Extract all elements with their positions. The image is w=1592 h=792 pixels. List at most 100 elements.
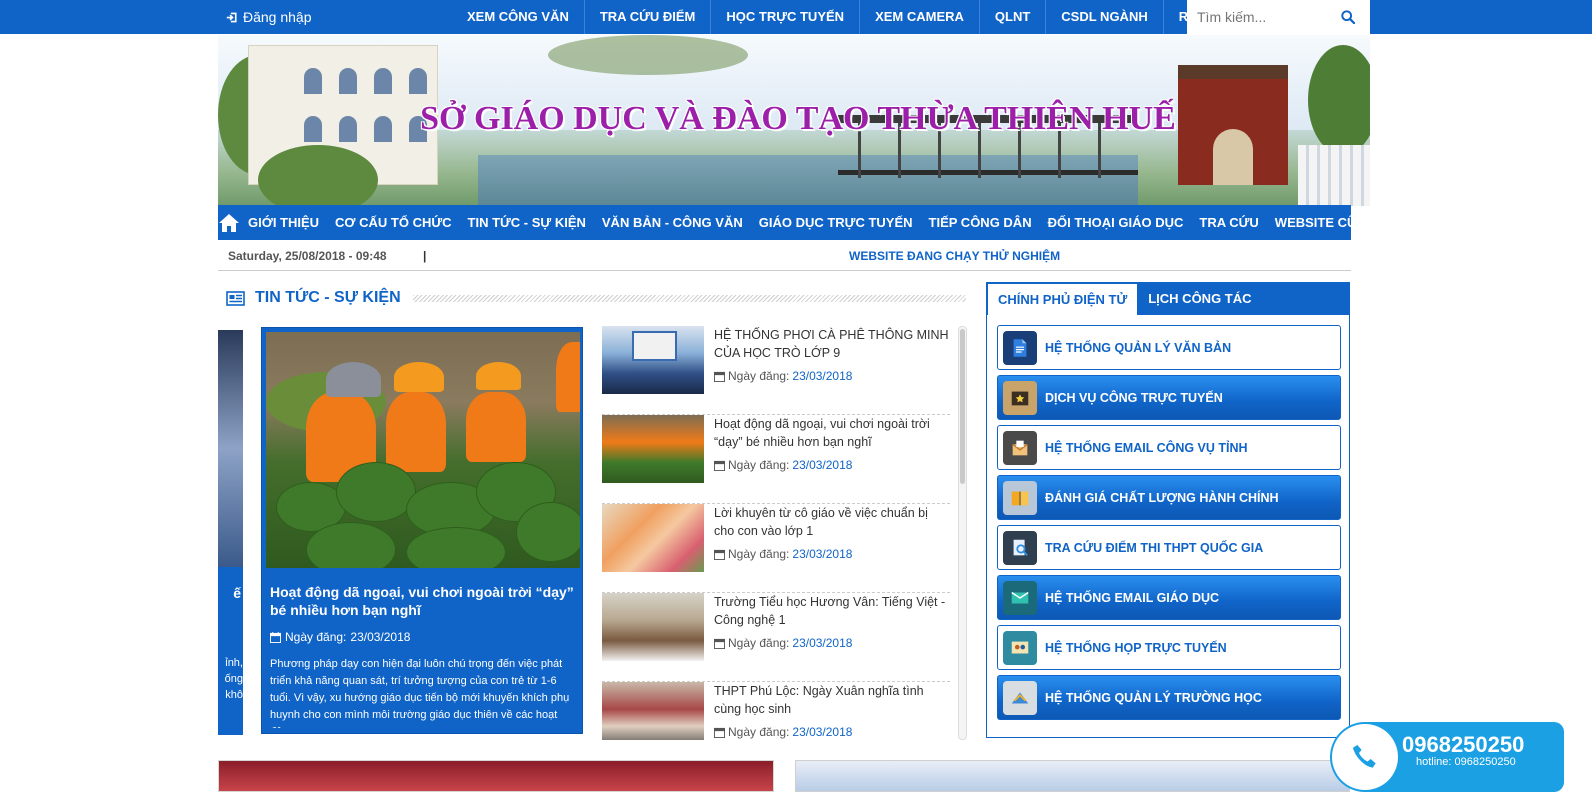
search-icon[interactable] bbox=[1341, 10, 1355, 24]
news-date-value: 23/03/2018 bbox=[792, 369, 853, 383]
news-title[interactable]: Hoạt động dã ngoại, vui chơi ngoài trời … bbox=[714, 415, 950, 451]
featured-news-date: Ngày đăng: 23/03/2018 bbox=[270, 630, 410, 644]
notice-marquee: WEBSITE ĐANG CHẠY THỬ NGHIỆM bbox=[849, 249, 1061, 263]
news-list: HỆ THỐNG PHƠI CÀ PHÊ THÔNG MINH CỦA HỌC … bbox=[602, 326, 950, 740]
email-icon bbox=[1003, 430, 1037, 465]
slider-previous-text: ỉnh, ống khô bbox=[224, 657, 243, 701]
calendar-icon bbox=[714, 460, 725, 471]
image-child-cap bbox=[394, 362, 444, 392]
news-item[interactable]: HỆ THỐNG PHƠI CÀ PHÊ THÔNG MINH CỦA HỌC … bbox=[602, 326, 950, 415]
slider-previous-letter: ế bbox=[233, 585, 241, 601]
news-item[interactable]: Lời khuyên từ cô giáo về việc chuẩn bị c… bbox=[602, 504, 950, 593]
news-title[interactable]: Lời khuyên từ cô giáo về việc chuẩn bị c… bbox=[714, 504, 950, 540]
news-item[interactable]: THPT Phú Lộc: Ngày Xuân nghĩa tình cùng … bbox=[602, 682, 950, 740]
banner-tree bbox=[1308, 45, 1370, 155]
hotline-number: 0968250250 bbox=[1402, 732, 1525, 757]
topnav-csdl-nganh[interactable]: CSDL NGÀNH bbox=[1046, 0, 1164, 34]
link-danh-gia-hanh-chinh[interactable]: ĐÁNH GIÁ CHẤT LƯỢNG HÀNH CHÍNH bbox=[997, 475, 1341, 520]
e-government-panel: CHÍNH PHỦ ĐIỆN TỬ LỊCH CÔNG TÁC HỆ THỐNG… bbox=[986, 282, 1350, 738]
topnav-hoc-truc-tuyen[interactable]: HỌC TRỰC TUYẾN bbox=[711, 0, 861, 34]
bottom-left-banner[interactable] bbox=[218, 760, 774, 792]
news-title[interactable]: THPT Phú Lộc: Ngày Xuân nghĩa tình cùng … bbox=[714, 682, 950, 718]
newspaper-icon bbox=[226, 290, 245, 306]
login-link[interactable]: Đăng nhập bbox=[226, 0, 312, 34]
link-tra-cuu-diem-thi[interactable]: TRA CỨU ĐIỂM THI THPT QUỐC GIA bbox=[997, 525, 1341, 570]
news-date-value: 23/03/2018 bbox=[792, 547, 853, 561]
search-input[interactable] bbox=[1187, 2, 1337, 32]
nav-giao-duc-truc-tuyen[interactable]: GIÁO DỤC TRỰC TUYẾN bbox=[751, 215, 921, 230]
nav-tiep-cong-dan[interactable]: TIẾP CÔNG DÂN bbox=[921, 215, 1040, 230]
nav-van-ban-cong-van[interactable]: VĂN BẢN - CÔNG VĂN bbox=[594, 215, 751, 230]
home-button[interactable] bbox=[218, 205, 240, 240]
search-document-icon bbox=[1003, 530, 1037, 565]
email-screen-icon bbox=[1003, 580, 1037, 615]
current-datetime: Saturday, 25/08/2018 - 09:48 bbox=[228, 249, 387, 263]
link-hop-truc-tuyen[interactable]: HỆ THỐNG HỌP TRỰC TUYẾN bbox=[997, 625, 1341, 670]
news-date-label: Ngày đăng: bbox=[728, 369, 790, 383]
featured-news-image[interactable] bbox=[266, 332, 580, 568]
top-nav: XEM CÔNG VĂN TRA CỨU ĐIỂM HỌC TRỰC TUYẾN… bbox=[452, 0, 1220, 34]
nav-gioi-thieu[interactable]: GIỚI THIỆU bbox=[240, 215, 327, 230]
slider-previous-item[interactable]: ế ỉnh, ống khô bbox=[218, 330, 243, 735]
nav-doi-thoai-giao-duc[interactable]: ĐỐI THOẠI GIÁO DỤC bbox=[1040, 215, 1192, 230]
tab-lich-cong-tac[interactable]: LỊCH CÔNG TÁC bbox=[1138, 283, 1261, 315]
tab-chinh-phu-dien-tu[interactable]: CHÍNH PHỦ ĐIỆN TỬ bbox=[987, 283, 1139, 315]
login-label: Đăng nhập bbox=[243, 9, 312, 25]
topnav-xem-camera[interactable]: XEM CAMERA bbox=[860, 0, 980, 34]
featured-news-title[interactable]: Hoạt động dã ngoại, vui chơi ngoài trời … bbox=[270, 583, 580, 619]
link-label: HỆ THỐNG HỌP TRỰC TUYẾN bbox=[1045, 640, 1227, 655]
news-title[interactable]: Trường Tiểu học Hương Vân: Tiếng Việt - … bbox=[714, 593, 950, 629]
link-quan-ly-truong-hoc[interactable]: HỆ THỐNG QUẢN LÝ TRƯỜNG HỌC bbox=[997, 675, 1341, 720]
news-list-scrollbar[interactable] bbox=[958, 326, 967, 740]
topnav-tra-cuu-diem[interactable]: TRA CỨU ĐIỂM bbox=[585, 0, 712, 34]
featured-news-date-value: 23/03/2018 bbox=[350, 630, 411, 644]
video-conference-icon bbox=[1003, 630, 1037, 665]
banner-gate bbox=[1178, 65, 1288, 185]
link-email-giao-duc[interactable]: HỆ THỐNG EMAIL GIÁO DỤC bbox=[997, 575, 1341, 620]
image-leaf bbox=[336, 462, 416, 522]
news-thumbnail[interactable] bbox=[602, 682, 704, 740]
search-box bbox=[1187, 0, 1370, 34]
topnav-xem-cong-van[interactable]: XEM CÔNG VĂN bbox=[452, 0, 585, 34]
news-thumbnail[interactable] bbox=[602, 593, 704, 661]
link-email-cong-vu[interactable]: HỆ THỐNG EMAIL CÔNG VỤ TỈNH bbox=[997, 425, 1341, 470]
news-title[interactable]: HỆ THỐNG PHƠI CÀ PHÊ THÔNG MINH CỦA HỌC … bbox=[714, 326, 950, 362]
image-child bbox=[556, 342, 580, 412]
nav-tra-cuu[interactable]: TRA CỨU bbox=[1191, 215, 1266, 230]
news-thumbnail[interactable] bbox=[602, 415, 704, 483]
separator: | bbox=[423, 249, 427, 263]
link-label: HỆ THỐNG EMAIL GIÁO DỤC bbox=[1045, 590, 1220, 605]
star-folder-icon bbox=[1003, 380, 1037, 415]
banner-title: SỞ GIÁO DỤC VÀ ĐÀO TẠO THỪA THIÊN HUẾ bbox=[420, 100, 1176, 137]
news-thumbnail[interactable] bbox=[602, 504, 704, 572]
news-item[interactable]: Trường Tiểu học Hương Vân: Tiếng Việt - … bbox=[602, 593, 950, 682]
bottom-right-banner[interactable] bbox=[795, 760, 1350, 792]
header-banner[interactable]: SỞ GIÁO DỤC VÀ ĐÀO TẠO THỪA THIÊN HUẾ bbox=[218, 35, 1370, 206]
news-section-title[interactable]: TIN TỨC - SỰ KIỆN bbox=[255, 289, 401, 307]
featured-news-summary: Phương pháp dạy con hiện đại luôn chú tr… bbox=[270, 658, 570, 728]
news-thumbnail[interactable] bbox=[602, 326, 704, 394]
link-label: TRA CỨU ĐIỂM THI THPT QUỐC GIA bbox=[1045, 540, 1264, 555]
calendar-icon bbox=[270, 631, 281, 643]
book-icon bbox=[1003, 480, 1037, 515]
featured-news-date-label: Ngày đăng: bbox=[285, 630, 347, 644]
panel-tabs: CHÍNH PHỦ ĐIỆN TỬ LỊCH CÔNG TÁC bbox=[987, 283, 1349, 315]
link-dich-vu-cong[interactable]: DỊCH VỤ CÔNG TRỰC TUYẾN bbox=[997, 375, 1341, 420]
banner-students bbox=[1298, 145, 1370, 206]
image-child-cap bbox=[476, 362, 521, 390]
link-label: HỆ THỐNG QUẢN LÝ TRƯỜNG HỌC bbox=[1045, 690, 1262, 705]
news-item[interactable]: Hoạt động dã ngoại, vui chơi ngoài trời … bbox=[602, 415, 950, 504]
home-icon bbox=[219, 213, 239, 232]
nav-website-cu[interactable]: WEBSITE CŨ bbox=[1267, 215, 1365, 230]
nav-tin-tuc-su-kien[interactable]: TIN TỨC - SỰ KIỆN bbox=[460, 215, 594, 230]
news-date-label: Ngày đăng: bbox=[728, 636, 790, 650]
news-date-label: Ngày đăng: bbox=[728, 725, 790, 739]
hotline-widget[interactable]: 0968250250 hotline: 0968250250 bbox=[1330, 722, 1564, 792]
featured-news-slide[interactable]: Hoạt động dã ngoại, vui chơi ngoài trời … bbox=[261, 327, 583, 734]
slider-previous-image bbox=[218, 330, 243, 567]
nav-co-cau-to-chuc[interactable]: CƠ CẤU TỔ CHỨC bbox=[327, 215, 459, 230]
image-leaf bbox=[516, 502, 580, 562]
scrollbar-thumb[interactable] bbox=[960, 329, 965, 484]
topnav-qlnt[interactable]: QLNT bbox=[980, 0, 1047, 34]
link-quan-ly-van-ban[interactable]: HỆ THỐNG QUẢN LÝ VĂN BẢN bbox=[997, 325, 1341, 370]
